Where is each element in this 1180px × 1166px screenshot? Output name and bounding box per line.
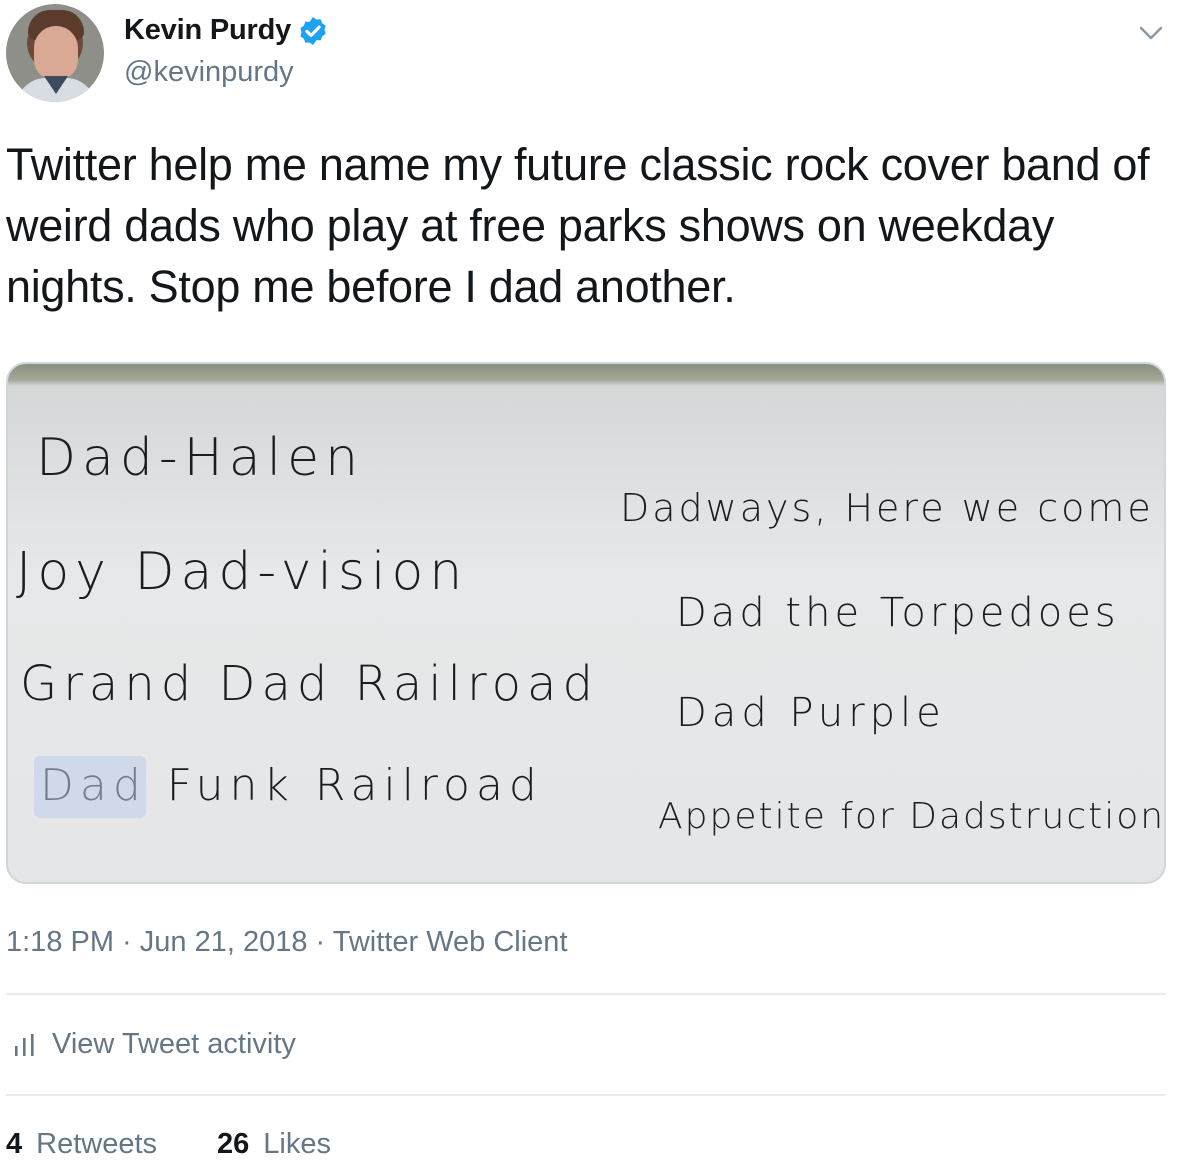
likes-stat[interactable]: 26 Likes [217,1128,331,1161]
tweet-meta: 1:18 PM · Jun 21, 2018 · Twitter Web Cli… [6,926,568,959]
meta-separator: · [307,926,333,958]
whiteboard-line: Appetite for Dadstruction [658,796,1166,837]
retweets-count: 4 [6,1128,23,1160]
tweet-stats: 4 Retweets 26 Likes [6,1128,331,1161]
tweet-photo[interactable]: Dad-Halen Joy Dad-vision Grand Dad Railr… [6,362,1166,884]
author-name-row[interactable]: Kevin Purdy [124,14,329,47]
retweets-label: Retweets [36,1128,158,1160]
chevron-down-icon[interactable] [1136,18,1166,48]
divider [6,1094,1166,1096]
whiteboard-line: Grand Dad Railroad [20,656,599,712]
divider [6,993,1166,995]
avatar[interactable] [6,4,104,102]
whiteboard-line: Dad the Torpedoes [676,590,1120,636]
view-tweet-activity-label: View Tweet activity [52,1028,296,1060]
tweet-source[interactable]: Twitter Web Client [333,926,568,958]
bar-chart-icon [15,1033,34,1056]
whiteboard-line: Joy Dad-vision [16,542,469,602]
avatar-face [34,26,78,80]
author-handle[interactable]: @kevinpurdy [124,56,294,89]
view-tweet-activity-link[interactable]: View Tweet activity [12,1028,296,1061]
tweet-text: Twitter help me name my future classic r… [6,139,1150,312]
whiteboard-smudge [34,756,146,818]
whiteboard-line: Dad Purple [676,690,946,736]
likes-label: Likes [263,1128,331,1160]
whiteboard-line: Dadways, Here we come [620,486,1154,530]
tweet-time[interactable]: 1:18 PM [6,926,114,958]
verified-badge-icon [300,16,326,45]
tweet-date[interactable]: Jun 21, 2018 [140,926,308,958]
retweets-stat[interactable]: 4 Retweets [6,1128,157,1161]
meta-separator: · [114,926,140,958]
author-display-name[interactable]: Kevin Purdy [124,14,291,47]
likes-count: 26 [217,1128,250,1160]
whiteboard-line: Dad-Halen [36,428,365,488]
